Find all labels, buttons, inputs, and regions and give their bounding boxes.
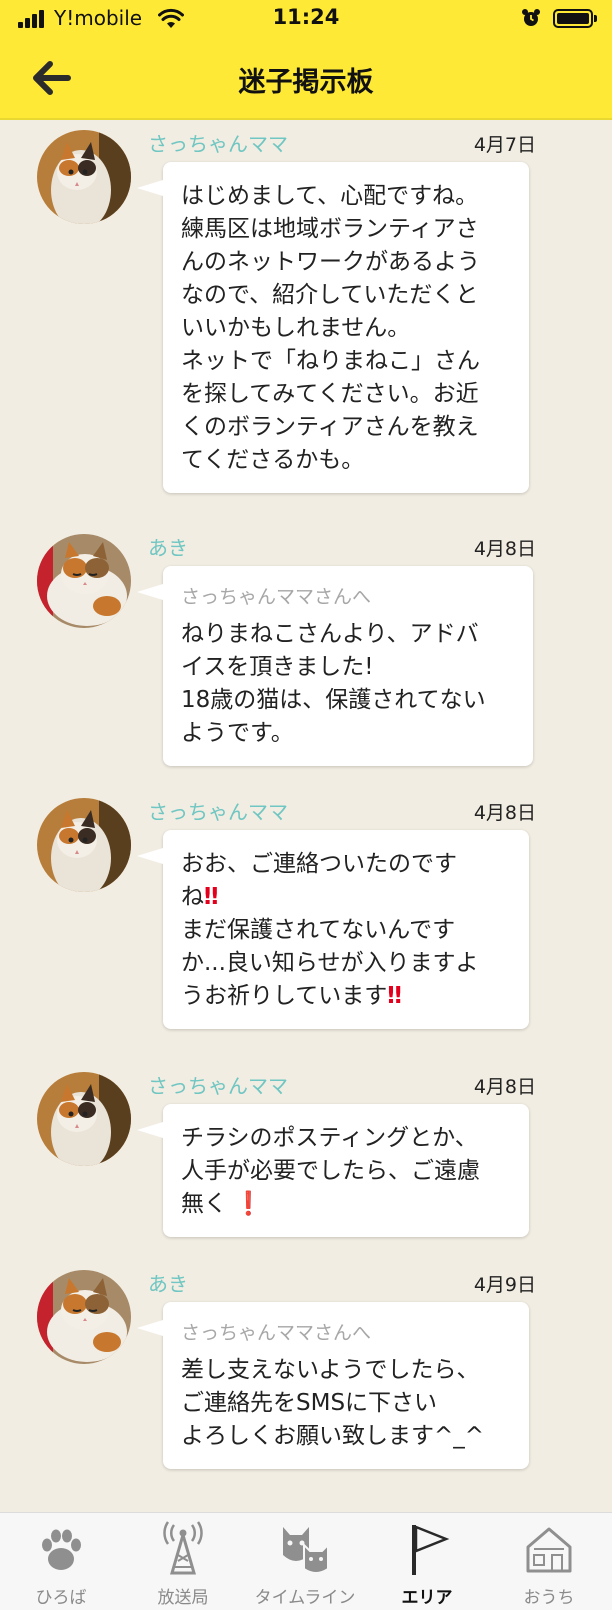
message-text: おお、ご連絡ついたのです ね‼ まだ保護されてないんです か...良い知らせが入…: [181, 851, 479, 1009]
status-bar: Y!mobile 11:24: [0, 0, 612, 36]
double-exclamation-icon: ‼: [204, 884, 219, 910]
message-text: 差し支えないようでしたら、 ご連絡先をSMSに下さい よろしくお願い致します^_…: [181, 1357, 485, 1449]
tab-timeline[interactable]: タイムライン: [244, 1513, 366, 1610]
paw-icon: [42, 1529, 81, 1570]
post-date: 4月8日: [473, 1076, 536, 1098]
tab-label: おうち: [523, 1588, 575, 1608]
broadcast-tower-icon: [163, 1521, 203, 1575]
cat-photo-icon: [37, 534, 131, 628]
author-name[interactable]: あき: [148, 1268, 188, 1297]
message-bubble: はじめまして、心配ですね。 練馬区は地域ボランティアさ んのネットワークがあるよ…: [137, 162, 529, 493]
avatar-calico-cat[interactable]: [37, 798, 131, 892]
avatar-calico-cat-lying[interactable]: [37, 534, 131, 628]
avatar-calico-cat[interactable]: [37, 130, 131, 224]
cats-icon: [283, 1527, 329, 1574]
flag-icon: [412, 1525, 450, 1575]
exclamation-icon: ❗: [234, 1191, 263, 1217]
post-date: 4月9日: [473, 1274, 536, 1296]
message-text: チラシのポスティングとか、 人手が必要でしたら、ご遠慮 無く ❗: [181, 1125, 480, 1217]
post-date: 4月8日: [473, 802, 536, 824]
tab-label: エリア: [401, 1588, 453, 1608]
message-bubble: さっちゃんママさんへ 差し支えないようでしたら、 ご連絡先をSMSに下さい よろ…: [137, 1302, 529, 1469]
message-text: はじめまして、心配ですね。 練馬区は地域ボランティアさ んのネットワークがあるよ…: [181, 183, 480, 473]
battery-icon: [553, 9, 597, 28]
avatar-calico-cat[interactable]: [37, 1072, 131, 1166]
reply-to-label: さっちゃんママさんへ: [181, 1322, 372, 1344]
author-name[interactable]: さっちゃんママ: [148, 128, 288, 157]
reply-to-label: さっちゃんママさんへ: [181, 586, 372, 608]
message-thread[interactable]: さっちゃんママ 4月7日 はじめまして、心配ですね。 練馬区は地域ボランティアさ…: [0, 122, 612, 1512]
message-bubble: さっちゃんママさんへ ねりまねこさんより、アドバ イスを頂きました! 18歳の猫…: [137, 566, 533, 766]
tab-home[interactable]: おうち: [488, 1513, 610, 1610]
message-text: ねりまねこさんより、アドバ イスを頂きました! 18歳の猫は、保護されてない よ…: [181, 621, 486, 746]
cat-photo-icon: [37, 1270, 131, 1364]
cat-photo-icon: [37, 130, 131, 224]
tab-hiroba[interactable]: ひろば: [0, 1513, 122, 1610]
author-name[interactable]: さっちゃんママ: [148, 1070, 288, 1099]
author-name[interactable]: さっちゃんママ: [148, 796, 288, 825]
bottom-tab-bar: ひろば 放送局 タイムライン エリア おうち: [0, 1512, 612, 1610]
post-date: 4月7日: [473, 134, 536, 156]
double-exclamation-icon: ‼: [387, 983, 402, 1009]
avatar-calico-cat-lying[interactable]: [37, 1270, 131, 1364]
header-bar: 迷子掲示板: [0, 36, 612, 120]
house-icon: [526, 1527, 572, 1573]
message-bubble: チラシのポスティングとか、 人手が必要でしたら、ご遠慮 無く ❗: [137, 1104, 529, 1237]
tab-area[interactable]: エリア: [366, 1513, 488, 1610]
cat-photo-icon: [37, 798, 131, 892]
page-title: 迷子掲示板: [238, 67, 374, 98]
tab-broadcast[interactable]: 放送局: [122, 1513, 244, 1610]
author-name[interactable]: あき: [148, 532, 188, 561]
message-bubble: おお、ご連絡ついたのです ね‼ まだ保護されてないんです か...良い知らせが入…: [137, 830, 529, 1029]
alarm-clock-icon: [522, 9, 540, 26]
tab-label: 放送局: [157, 1588, 209, 1608]
post-date: 4月8日: [473, 538, 536, 560]
tab-label: タイムライン: [254, 1588, 356, 1608]
cat-photo-icon: [37, 1072, 131, 1166]
tab-label: ひろば: [35, 1588, 87, 1608]
